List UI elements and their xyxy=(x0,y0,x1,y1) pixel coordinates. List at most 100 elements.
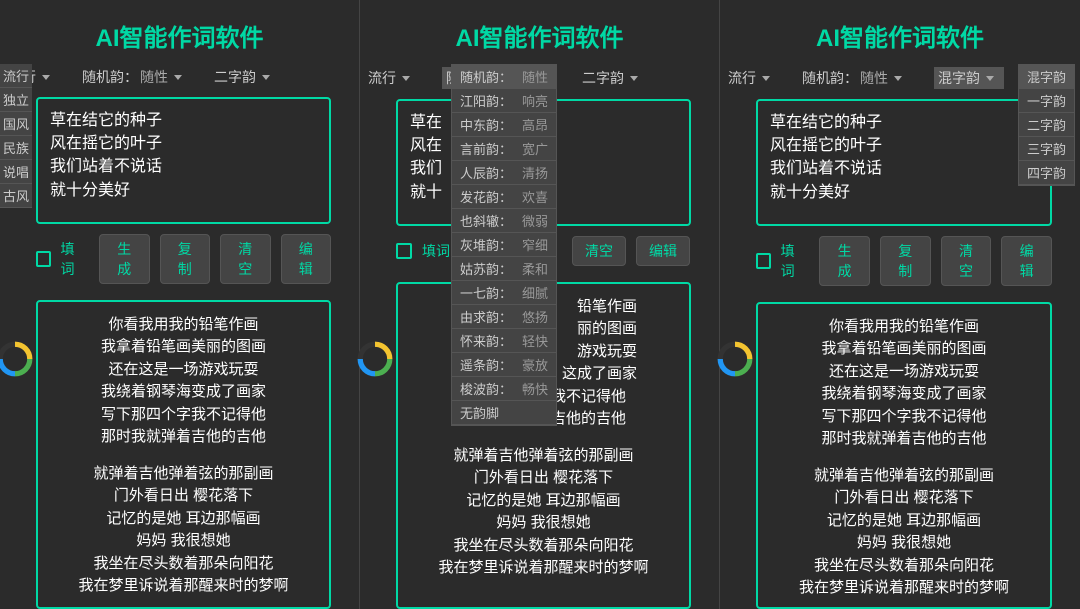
yun-select[interactable]: 二字韵 xyxy=(582,68,644,88)
yun-value: 混字韵 xyxy=(938,68,980,88)
yun-option[interactable]: 三字韵 xyxy=(1019,137,1074,161)
yun-option[interactable]: 混字韵 xyxy=(1019,65,1074,89)
rhyme-option[interactable]: 遥条韵：豪放 xyxy=(452,353,556,377)
rhyme-label: 随机韵： xyxy=(82,67,138,87)
fill-checkbox[interactable] xyxy=(756,253,771,269)
input-line: 就十分美好 xyxy=(50,179,317,202)
style-select[interactable]: 流行 xyxy=(368,68,416,88)
copy-button[interactable]: 复制 xyxy=(160,234,211,284)
yun-option[interactable]: 二字韵 xyxy=(1019,113,1074,137)
yun-option[interactable]: 一字韵 xyxy=(1019,89,1074,113)
stanza: 就弹着吉他弹着弦的那副画 门外看日出 樱花落下 记忆的是她 耳边那幅画 妈妈 我… xyxy=(770,465,1038,600)
panel-3: AI智能作词软件 流行 随机韵： 随性 混字韵 混字韵 一字韵 二字韵 三字韵 … xyxy=(720,0,1080,609)
style-option[interactable]: 民族 xyxy=(0,136,32,160)
output-line: 我在梦里诉说着那醒来时的梦啊 xyxy=(50,575,317,598)
edit-button[interactable]: 编辑 xyxy=(1001,236,1052,286)
output-line: 还在这是一场游戏玩耍 xyxy=(50,359,317,382)
yun-option[interactable]: 四字韵 xyxy=(1019,161,1074,185)
style-select[interactable]: 流行 xyxy=(728,68,776,88)
loading-icon xyxy=(0,340,34,378)
copy-button[interactable]: 复制 xyxy=(880,236,931,286)
input-line: 草在结它的种子 xyxy=(770,111,1038,134)
style-option[interactable]: 独立 xyxy=(0,88,32,112)
output-line: 我坐在尽头数着那朵向阳花 xyxy=(410,535,677,558)
yun-dropdown: 混字韵 一字韵 二字韵 三字韵 四字韵 xyxy=(1018,64,1075,186)
clear-button[interactable]: 清空 xyxy=(572,236,626,266)
style-value: 流行 xyxy=(728,68,756,88)
rhyme-option[interactable]: 随机韵：随性 xyxy=(452,65,556,89)
output-line: 就弹着吉他弹着弦的那副画 xyxy=(410,445,677,468)
stanza: 你看我用我的铅笔作画 我拿着铅笔画美丽的图画 还在这是一场游戏玩耍 我绕着钢琴海… xyxy=(770,316,1038,451)
rhyme-option[interactable]: 中东韵：高昂 xyxy=(452,113,556,137)
rhyme-option[interactable]: 无韵脚 xyxy=(452,401,556,425)
panel-1: AI智能作词软件 流行 随机韵： 随性 二字韵 流行 独立 国风 民族 说唱 古… xyxy=(0,0,360,609)
loading-icon xyxy=(716,340,754,378)
action-row: 填词 生成 复制 清空 编辑 xyxy=(720,226,1080,296)
style-option[interactable]: 说唱 xyxy=(0,160,32,184)
input-line: 我们站着不说话 xyxy=(770,157,1038,180)
edit-button[interactable]: 编辑 xyxy=(281,234,332,284)
fill-checkbox[interactable] xyxy=(36,251,51,267)
chevron-down-icon xyxy=(986,76,994,81)
chevron-down-icon xyxy=(762,76,770,81)
output-line: 门外看日出 樱花落下 xyxy=(50,485,317,508)
yun-select[interactable]: 混字韵 xyxy=(934,67,1004,89)
output-line: 就弹着吉他弹着弦的那副画 xyxy=(50,463,317,486)
app-title: AI智能作词软件 xyxy=(720,0,1080,67)
output-line: 就弹着吉他弹着弦的那副画 xyxy=(770,465,1038,488)
rhyme-option[interactable]: 怀来韵：轻快 xyxy=(452,329,556,353)
rhyme-option[interactable]: 灰堆韵：窄细 xyxy=(452,233,556,257)
action-row: 填词 生成 复制 清空 编辑 xyxy=(0,224,359,294)
fill-label: 填词 xyxy=(781,241,806,281)
app-title: AI智能作词软件 xyxy=(360,0,719,67)
panel-2: AI智能作词软件 流行 随机韵： 随性 二字韵 随机韵：随性 江阳韵：响亮 中东… xyxy=(360,0,720,609)
yun-select[interactable]: 二字韵 xyxy=(214,67,276,87)
chevron-down-icon xyxy=(402,76,410,81)
input-line: 我们站着不说话 xyxy=(50,155,317,178)
generate-button[interactable]: 生成 xyxy=(99,234,150,284)
input-line: 就十分美好 xyxy=(770,181,1038,204)
stanza: 你看我用我的铅笔作画 我拿着铅笔画美丽的图画 还在这是一场游戏玩耍 我绕着钢琴海… xyxy=(50,314,317,449)
style-option[interactable]: 古风 xyxy=(0,184,32,208)
rhyme-option[interactable]: 一七韵：细腻 xyxy=(452,281,556,305)
fill-checkbox[interactable] xyxy=(396,243,412,259)
lyrics-input[interactable]: 草在结它的种子 风在摇它的叶子 我们站着不说话 就十分美好 xyxy=(36,97,331,224)
chevron-down-icon xyxy=(174,75,182,80)
output-line: 我绕着钢琴海变成了画家 xyxy=(770,383,1038,406)
generate-button[interactable]: 生成 xyxy=(819,236,870,286)
clear-button[interactable]: 清空 xyxy=(220,234,271,284)
rhyme-select[interactable]: 随机韵： 随性 xyxy=(802,68,908,88)
rhyme-select[interactable]: 随机韵： 随性 xyxy=(82,67,188,87)
output-line: 我坐在尽头数着那朵向阳花 xyxy=(770,555,1038,578)
style-option[interactable]: 国风 xyxy=(0,112,32,136)
rhyme-option[interactable]: 江阳韵：响亮 xyxy=(452,89,556,113)
output-line: 门外看日出 樱花落下 xyxy=(770,487,1038,510)
rhyme-option[interactable]: 梭波韵：畅快 xyxy=(452,377,556,401)
output-line: 记忆的是她 耳边那幅画 xyxy=(770,510,1038,533)
output-line: 我在梦里诉说着那醒来时的梦啊 xyxy=(770,577,1038,600)
output-line: 记忆的是她 耳边那幅画 xyxy=(410,490,677,513)
yun-value: 二字韵 xyxy=(582,68,624,88)
rhyme-option[interactable]: 人辰韵：清扬 xyxy=(452,161,556,185)
rhyme-option[interactable]: 由求韵：悠扬 xyxy=(452,305,556,329)
stanza: 就弹着吉他弹着弦的那副画 门外看日出 樱花落下 记忆的是她 耳边那幅画 妈妈 我… xyxy=(50,463,317,598)
output-line: 写下那四个字我不记得他 xyxy=(50,404,317,427)
output-line: 我拿着铅笔画美丽的图画 xyxy=(770,338,1038,361)
edit-button[interactable]: 编辑 xyxy=(636,236,690,266)
rhyme-option[interactable]: 言前韵：宽广 xyxy=(452,137,556,161)
style-option[interactable]: 流行 xyxy=(0,64,32,88)
output-line: 妈妈 我很想她 xyxy=(770,532,1038,555)
chevron-down-icon xyxy=(262,75,270,80)
rhyme-option[interactable]: 发花韵：欢喜 xyxy=(452,185,556,209)
input-line: 草在结它的种子 xyxy=(50,109,317,132)
input-line: 风在摇它的叶子 xyxy=(50,132,317,155)
clear-button[interactable]: 清空 xyxy=(941,236,992,286)
output-line: 我拿着铅笔画美丽的图画 xyxy=(50,336,317,359)
rhyme-option[interactable]: 也斜辙：微弱 xyxy=(452,209,556,233)
output-line: 我在梦里诉说着那醒来时的梦啊 xyxy=(410,557,677,580)
rhyme-option[interactable]: 姑苏韵：柔和 xyxy=(452,257,556,281)
stanza: 就弹着吉他弹着弦的那副画 门外看日出 樱花落下 记忆的是她 耳边那幅画 妈妈 我… xyxy=(410,445,677,580)
output-line: 那时我就弹着吉他的吉他 xyxy=(770,428,1038,451)
lyrics-input[interactable]: 草在结它的种子 风在摇它的叶子 我们站着不说话 就十分美好 xyxy=(756,99,1052,226)
rhyme-dropdown: 随机韵：随性 江阳韵：响亮 中东韵：高昂 言前韵：宽广 人辰韵：清扬 发花韵：欢… xyxy=(451,64,557,426)
